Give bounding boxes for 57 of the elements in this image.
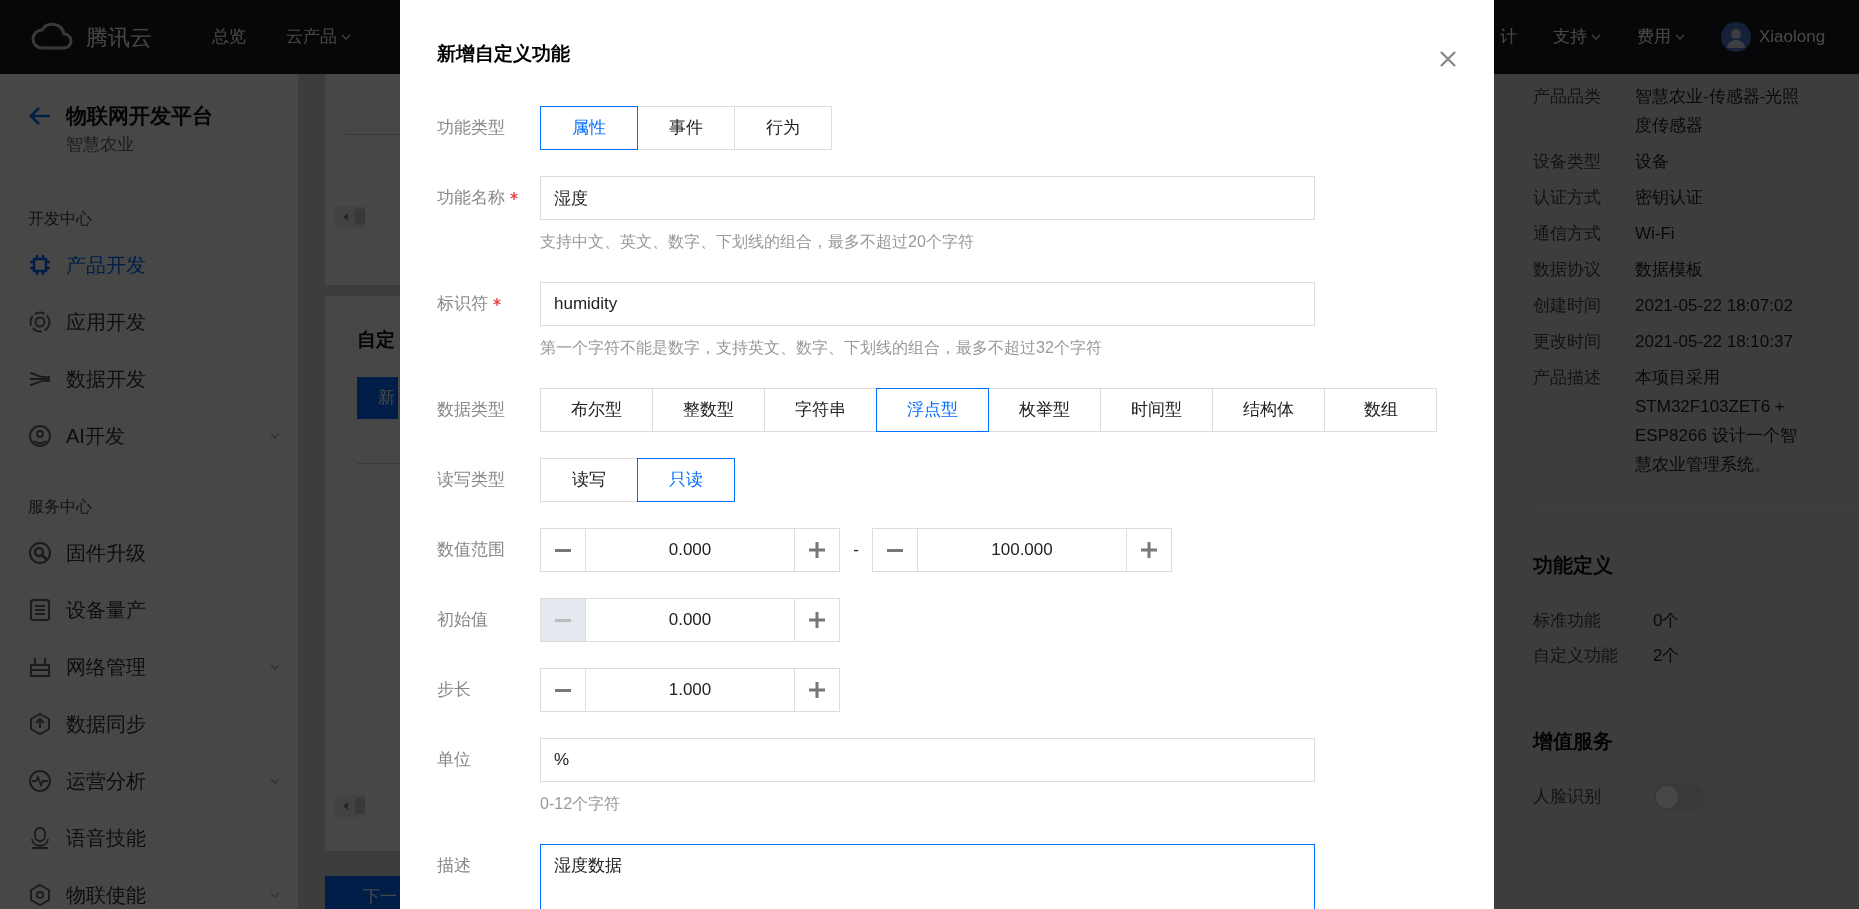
increment-button[interactable]: [794, 598, 840, 642]
close-icon: [1439, 49, 1457, 68]
field-label: 步长: [437, 679, 471, 701]
field-label: 功能类型: [437, 117, 505, 139]
segment-option[interactable]: 枚举型: [988, 388, 1101, 432]
text-field[interactable]: humidity: [540, 282, 1315, 326]
segment-option[interactable]: 字符串: [764, 388, 877, 432]
number-field[interactable]: 100.000: [918, 528, 1126, 572]
segment-option[interactable]: 只读: [637, 458, 735, 502]
text-field[interactable]: %: [540, 738, 1315, 782]
number-field[interactable]: 0.000: [586, 528, 794, 572]
field-label: 初始值: [437, 609, 488, 631]
segment-option[interactable]: 结构体: [1212, 388, 1325, 432]
field-label: 标识符: [437, 293, 488, 315]
increment-button[interactable]: [1126, 528, 1172, 572]
range-separator: -: [852, 539, 860, 561]
minus-icon: [555, 618, 571, 622]
logo-text: 腾讯云: [86, 23, 152, 52]
minus-icon: [555, 548, 571, 552]
segment-option[interactable]: 数组: [1324, 388, 1437, 432]
segment-option[interactable]: 时间型: [1100, 388, 1213, 432]
field-label: 数据类型: [437, 399, 505, 421]
plus-icon: [809, 542, 825, 558]
text-field[interactable]: 湿度: [540, 176, 1315, 220]
field-hint: 支持中文、英文、数字、下划线的组合，最多不超过20个字符: [540, 232, 975, 252]
segment-option[interactable]: 属性: [540, 106, 638, 150]
field-hint: 0-12个字符: [540, 794, 622, 814]
field-hint: 第一个字符不能是数字，支持英文、数字、下划线的组合，最多不超过32个字符: [540, 338, 1103, 358]
segment-option[interactable]: 整数型: [652, 388, 765, 432]
segment-option[interactable]: 事件: [637, 106, 735, 150]
segment-option[interactable]: 行为: [734, 106, 832, 150]
field-label: 功能名称: [437, 187, 505, 209]
minus-icon: [887, 548, 903, 552]
segment-option[interactable]: 布尔型: [540, 388, 653, 432]
increment-button[interactable]: [794, 528, 840, 572]
decrement-button[interactable]: [540, 668, 586, 712]
field-label: 描述: [437, 855, 471, 877]
plus-icon: [809, 682, 825, 698]
description-field[interactable]: 湿度数据: [540, 844, 1315, 909]
sidebar-title: 物联网开发平台: [66, 103, 213, 129]
segment-option[interactable]: 浮点型: [876, 388, 989, 432]
field-label: 数值范围: [437, 539, 505, 561]
number-field[interactable]: 0.000: [586, 598, 794, 642]
increment-button[interactable]: [794, 668, 840, 712]
section-heading: 增值服务: [1533, 729, 1614, 754]
plus-icon: [809, 612, 825, 628]
minus-icon: [555, 688, 571, 692]
section-heading: 功能定义: [1533, 553, 1614, 578]
decrement-button[interactable]: [872, 528, 918, 572]
number-field[interactable]: 1.000: [586, 668, 794, 712]
field-label: 单位: [437, 749, 471, 771]
segment-option[interactable]: 读写: [540, 458, 638, 502]
section-heading: 自定: [357, 328, 395, 352]
dialog-title: 新增自定义功能: [437, 42, 570, 66]
decrement-button[interactable]: [540, 528, 586, 572]
plus-icon: [1141, 542, 1157, 558]
field-label: 读写类型: [437, 469, 505, 491]
